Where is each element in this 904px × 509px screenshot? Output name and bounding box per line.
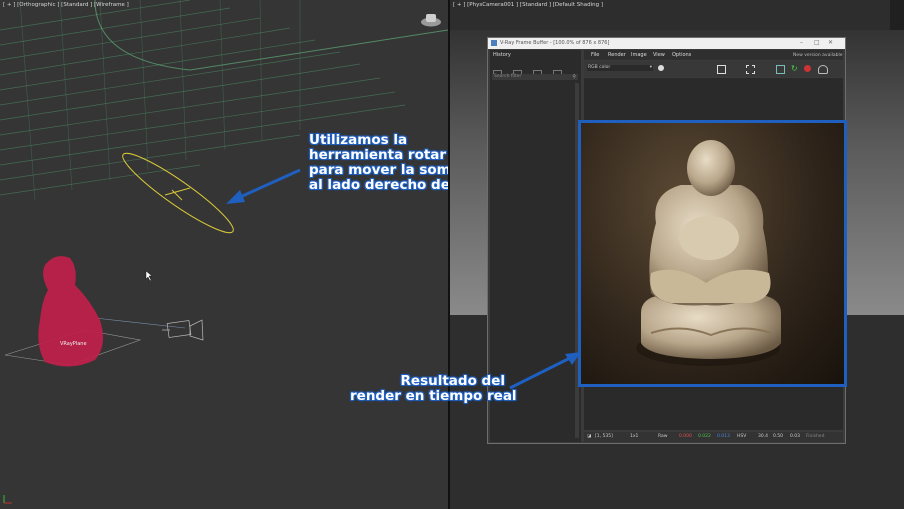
stop-render-icon[interactable] xyxy=(804,65,811,72)
render-annotation-line-2: render en tiempo real xyxy=(350,388,517,404)
left-viewport-label[interactable]: [ + ] [Orthographic ] [Standard ] [Wiref… xyxy=(3,2,129,8)
minimize-icon[interactable]: – xyxy=(800,39,803,46)
vfb-toolbar: RGB color ▾ ↻ xyxy=(584,61,843,77)
menu-file[interactable]: File xyxy=(591,52,599,58)
save-image-icon[interactable] xyxy=(717,65,726,74)
vfb-menubar: File Render Image View Options New versi… xyxy=(584,50,843,60)
menu-options[interactable]: Options xyxy=(672,52,691,58)
region-render-icon[interactable] xyxy=(746,65,755,74)
chevron-down-icon: ▾ xyxy=(649,65,652,70)
buddha-statue-render xyxy=(636,140,781,366)
vfb-statusbar: ◪ [1, 535] 1x1 Raw 0.000 0.022 0.013 HSV… xyxy=(584,432,843,442)
plane-label: VRayPlane xyxy=(60,341,87,347)
render-annotation-line-1: Resultado del xyxy=(400,373,505,389)
pick-icon[interactable]: ◪ xyxy=(587,434,591,439)
vfb-title: V-Ray Frame Buffer - [100.0% of 876 x 87… xyxy=(500,40,610,46)
render-status: Finished xyxy=(806,434,825,439)
green-value: 0.022 xyxy=(698,434,711,439)
rotate-annotation-line-3: para mover la sombrilla xyxy=(309,162,448,178)
render-teapot-icon[interactable] xyxy=(818,65,828,74)
vfb-titlebar[interactable]: V-Ray Frame Buffer - [100.0% of 876 x 87… xyxy=(488,38,845,49)
wireframe-scene xyxy=(0,0,448,504)
pixel-coords: [1, 535] xyxy=(595,434,613,439)
menu-image[interactable]: Image xyxy=(631,52,647,58)
hue-value: 30.4 xyxy=(758,434,769,439)
right-viewport-label[interactable]: [ + ] [PhysCamera001 ] [Standard ] [Defa… xyxy=(453,2,603,8)
history-title: History xyxy=(493,52,511,58)
search-icon: ⚲ xyxy=(572,74,576,80)
close-icon[interactable]: ✕ xyxy=(828,39,833,46)
viewcube-icon[interactable] xyxy=(420,12,442,27)
red-value: 0.000 xyxy=(679,434,692,439)
pixel-ratio[interactable]: 1x1 xyxy=(630,434,638,439)
color-picker-icon[interactable] xyxy=(658,65,664,71)
rotate-annotation-line-2: herramienta rotar xyxy=(309,147,447,163)
rotate-annotation: Utilizamos la herramienta rotar para mov… xyxy=(309,133,448,193)
vray-logo-icon xyxy=(491,40,497,46)
maximize-icon[interactable]: □ xyxy=(814,39,820,46)
camera-gizmo xyxy=(162,319,204,341)
left-viewport[interactable]: [ + ] [Orthographic ] [Standard ] [Wiref… xyxy=(0,0,448,509)
rotate-annotation-line-1: Utilizamos la xyxy=(309,132,408,148)
rotate-annotation-line-4: al lado derecho de mi objeto xyxy=(309,177,448,193)
track-mouse-icon[interactable] xyxy=(776,65,785,74)
blue-value: 0.013 xyxy=(717,434,730,439)
menu-render[interactable]: Render xyxy=(608,52,626,58)
viewport-edge xyxy=(890,0,904,30)
history-search-placeholder: Search filter xyxy=(494,74,522,79)
channel-select-value: RGB color xyxy=(588,65,611,70)
render-result-image xyxy=(578,120,847,387)
annotation-arrow-render xyxy=(509,352,581,390)
raw-mode[interactable]: Raw xyxy=(658,434,667,439)
history-search-input[interactable]: Search filter ⚲ xyxy=(492,74,578,80)
new-version-link[interactable]: New version available xyxy=(793,53,842,58)
render-annotation: Resultado del render en tiempo real xyxy=(350,373,517,404)
color-space[interactable]: HSV xyxy=(737,434,746,439)
saturation-value: 0.50 xyxy=(773,434,784,439)
menu-view[interactable]: View xyxy=(653,52,665,58)
sun-gizmo xyxy=(122,152,234,234)
refresh-icon[interactable]: ↻ xyxy=(791,64,798,73)
axis-gizmo xyxy=(3,495,12,504)
annotation-arrow-rotate xyxy=(226,168,301,204)
channel-select[interactable]: RGB color ▾ xyxy=(587,65,653,71)
value-value: 0.03 xyxy=(790,434,801,439)
